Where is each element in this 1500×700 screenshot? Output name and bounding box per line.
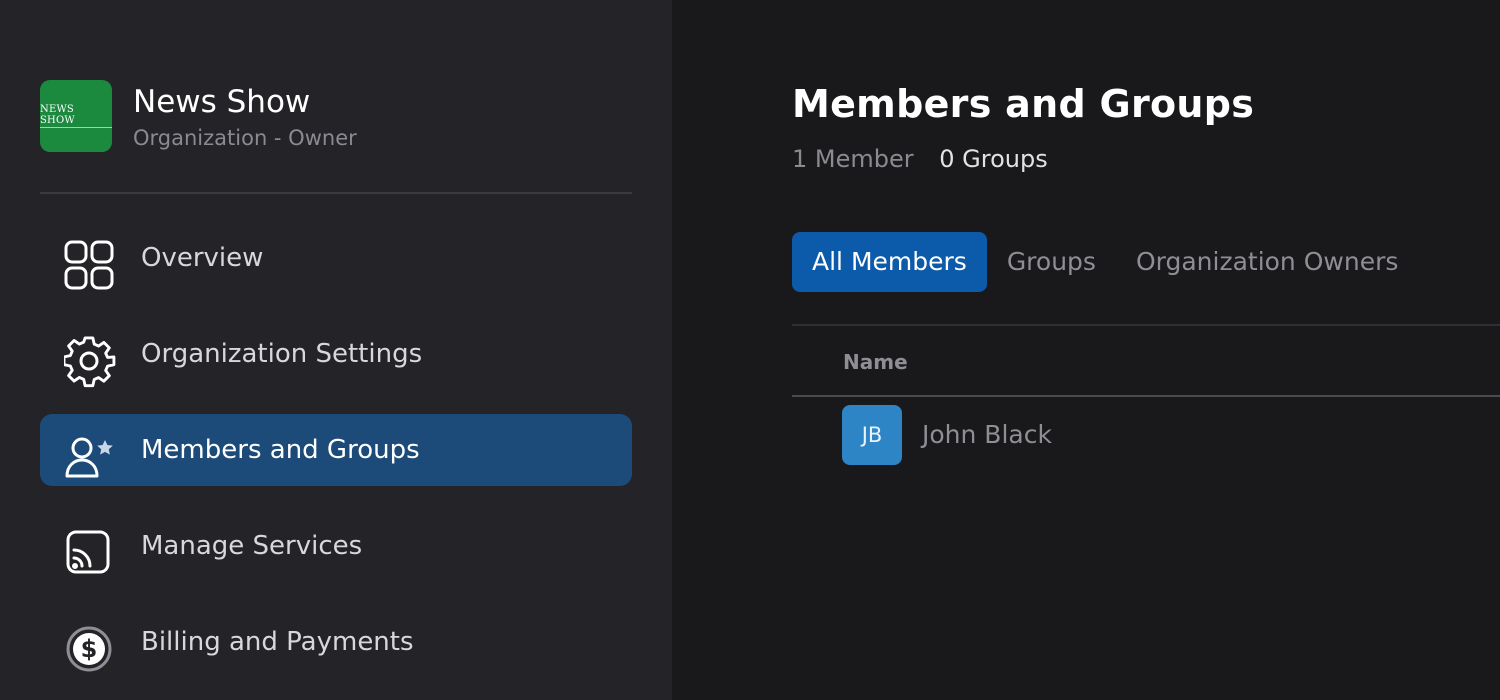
- org-header: NEWS SHOW News Show Organization - Owner: [40, 80, 632, 152]
- sidebar-item-manage-services[interactable]: Manage Services: [40, 510, 632, 582]
- tab-bar: All Members Groups Organization Owners: [792, 232, 1418, 292]
- avatar: JB: [842, 405, 902, 465]
- tab-all-members[interactable]: All Members: [792, 232, 987, 292]
- sidebar-item-billing-and-payments[interactable]: $ Billing and Payments: [40, 606, 632, 678]
- org-role: Organization - Owner: [133, 126, 357, 150]
- sidebar-item-label: Organization Settings: [141, 339, 423, 369]
- main-content: Members and Groups 1 Member 0 Groups All…: [672, 0, 1500, 700]
- sidebar-item-label: Manage Services: [141, 531, 363, 561]
- user-star-icon: [64, 432, 116, 484]
- counts: 1 Member 0 Groups: [792, 142, 1048, 176]
- cast-icon: [64, 528, 116, 580]
- group-count: 0 Groups: [939, 145, 1048, 173]
- org-logo: NEWS SHOW: [40, 80, 112, 152]
- sidebar-item-members-and-groups[interactable]: Members and Groups: [40, 414, 632, 486]
- org-name: News Show: [133, 84, 311, 120]
- sidebar-item-label: Billing and Payments: [141, 627, 414, 657]
- sidebar-nav: Overview Organization Settings Members a…: [40, 222, 632, 700]
- dollar-circle-icon: $: [64, 624, 116, 676]
- org-logo-text: NEWS SHOW: [40, 104, 112, 128]
- gear-icon: [64, 336, 116, 388]
- sidebar-divider: [40, 192, 632, 194]
- member-name[interactable]: John Black: [922, 405, 1052, 465]
- svg-text:$: $: [81, 635, 98, 663]
- tab-organization-owners[interactable]: Organization Owners: [1116, 232, 1418, 292]
- page-title: Members and Groups: [792, 82, 1255, 126]
- column-header-name[interactable]: Name: [843, 346, 908, 378]
- member-count: 1 Member: [792, 145, 914, 173]
- sidebar-item-organization-settings[interactable]: Organization Settings: [40, 318, 632, 390]
- sidebar-item-overview[interactable]: Overview: [40, 222, 632, 294]
- sidebar: NEWS SHOW News Show Organization - Owner…: [0, 0, 672, 700]
- header-divider: [792, 395, 1500, 397]
- table-divider: [792, 324, 1500, 326]
- sidebar-item-label: Members and Groups: [141, 435, 420, 465]
- grid-icon: [64, 240, 116, 292]
- sidebar-item-label: Overview: [141, 243, 264, 273]
- table-row[interactable]: JB John Black: [792, 405, 1500, 465]
- tab-groups[interactable]: Groups: [987, 232, 1116, 292]
- app-window: NEWS SHOW News Show Organization - Owner…: [0, 0, 1500, 700]
